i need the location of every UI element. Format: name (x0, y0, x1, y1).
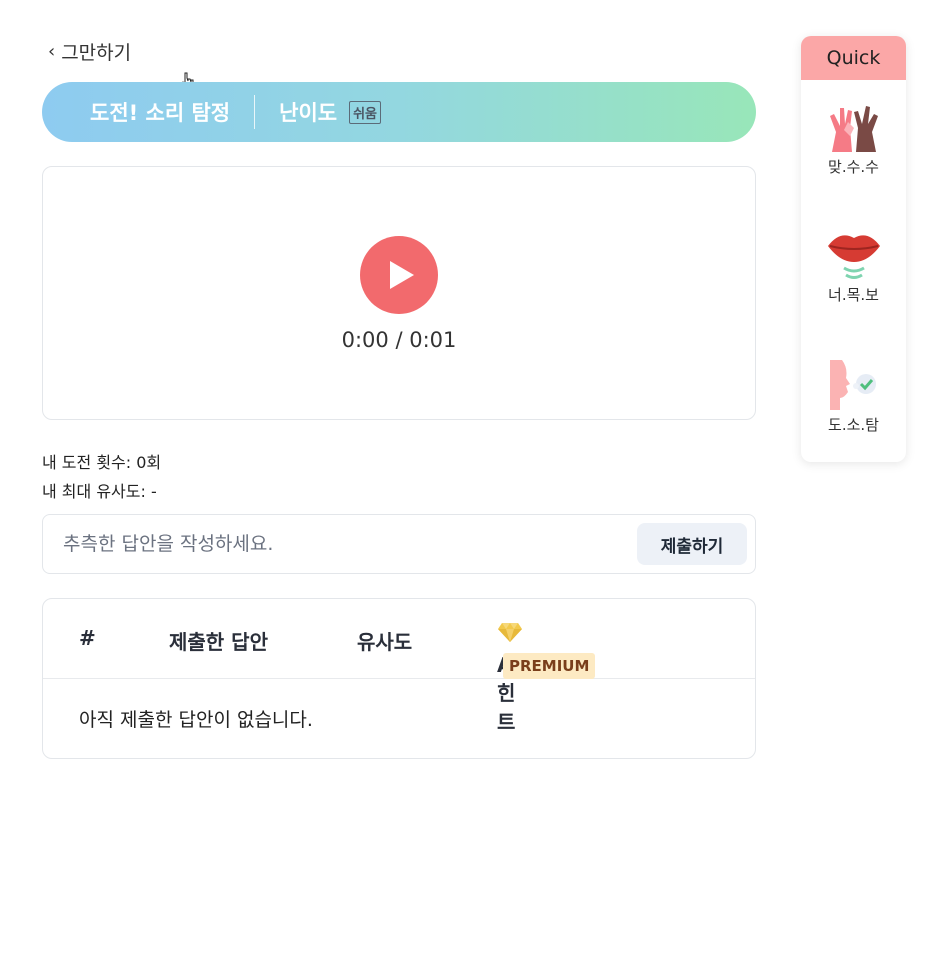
answer-input[interactable] (63, 525, 633, 563)
diamond-icon (498, 623, 522, 642)
play-icon (390, 261, 414, 289)
table-header: # 제출한 답안 유사도 AI 힌트 PREMIUM (43, 599, 755, 734)
best-similarity: 내 최대 유사도: - (42, 482, 157, 501)
difficulty-label: 난이도 (279, 101, 338, 125)
quick-item-label: 도.소.탐 (828, 416, 879, 434)
play-button[interactable] (360, 236, 438, 314)
quick-menu: Quick 맞.수.수 너.목.보 도.소.탐 (801, 36, 906, 462)
submit-button[interactable]: 제출하기 (637, 523, 747, 565)
audio-player-card: 0:00 / 0:01 (42, 166, 756, 420)
column-similarity: 유사도 (357, 630, 413, 654)
difficulty-badge: 쉬움 (349, 100, 382, 124)
column-answer: 제출한 답안 (169, 630, 268, 654)
time-readout: 0:00 / 0:01 (341, 328, 457, 352)
quick-menu-title: Quick (801, 36, 906, 80)
quick-item-label: 너.목.보 (828, 286, 879, 304)
quick-item-face[interactable]: 도.소.탐 (801, 358, 906, 435)
quick-item-hands[interactable]: 맞.수.수 (801, 102, 906, 177)
column-ai-hint: AI 힌트 PREMIUM (497, 623, 596, 734)
quick-item-label: 맞.수.수 (828, 158, 879, 176)
challenge-title: 도전! 소리 탐정 (90, 101, 231, 125)
premium-badge: PREMIUM (503, 653, 596, 679)
empty-message: 아직 제출한 답안이 없습니다. (79, 709, 313, 731)
attempts-count: 내 도전 횟수: 0회 (42, 453, 162, 472)
quick-item-lips[interactable]: 너.목.보 (801, 228, 906, 305)
submission-history-table: # 제출한 답안 유사도 AI 힌트 PREMIUM 아직 제출한 답안이 없습… (42, 598, 756, 759)
back-button[interactable]: ‹ 그만하기 (48, 38, 131, 65)
banner-divider (254, 95, 256, 129)
chevron-left-icon: ‹ (48, 40, 56, 62)
lips-icon (827, 235, 880, 279)
face-check-icon (829, 360, 876, 410)
challenge-banner: 도전! 소리 탐정 난이도 쉬움 (42, 82, 756, 142)
back-label: 그만하기 (61, 42, 132, 64)
answer-form: 제출하기 (42, 514, 756, 574)
column-number: # (79, 626, 96, 650)
hands-icon (829, 106, 878, 152)
challenge-stats: 내 도전 횟수: 0회 내 최대 유사도: - (42, 448, 161, 506)
